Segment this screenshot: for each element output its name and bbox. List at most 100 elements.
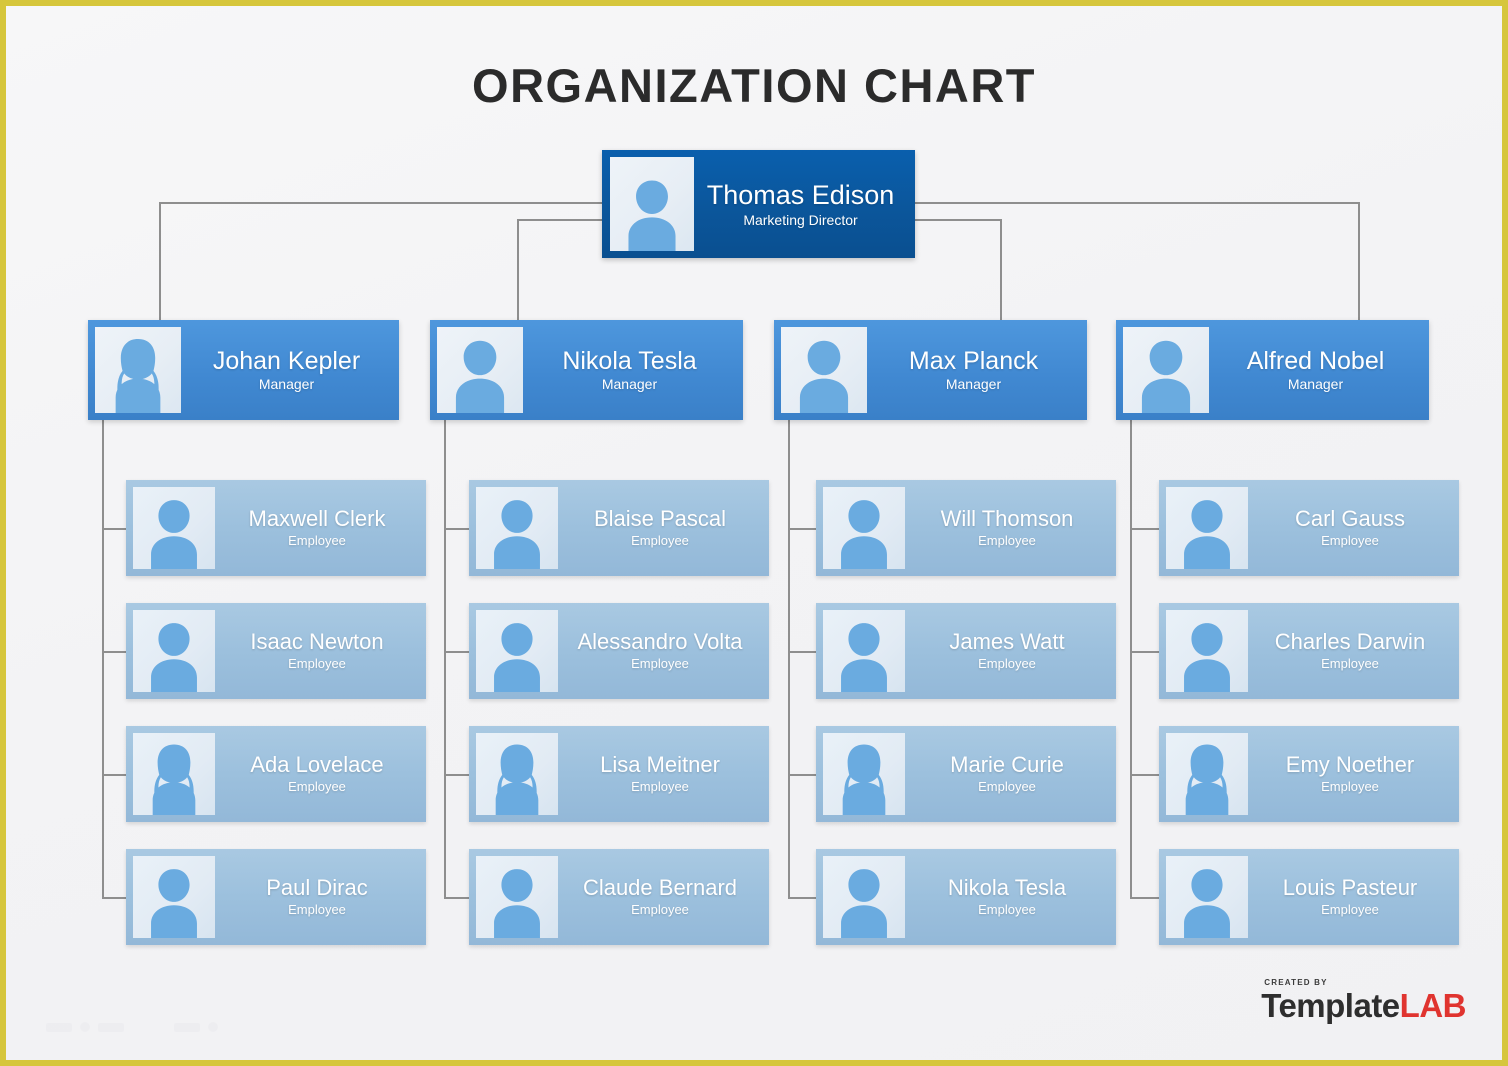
connector-line [1130,651,1159,653]
org-node-director[interactable]: Thomas Edison Marketing Director [602,150,915,258]
node-role: Marketing Director [743,211,858,228]
org-node-employee[interactable]: Alessandro Volta Employee [469,603,769,699]
person-male-icon [476,487,558,569]
logo-word-lab: LAB [1399,987,1467,1024]
org-node-manager[interactable]: Max Planck Manager [774,320,1087,420]
node-role: Employee [978,533,1036,549]
org-node-employee[interactable]: Carl Gauss Employee [1159,480,1459,576]
org-node-employee[interactable]: James Watt Employee [816,603,1116,699]
org-node-employee[interactable]: Marie Curie Employee [816,726,1116,822]
person-male-icon [823,487,905,569]
node-text: James Watt Employee [905,630,1109,671]
node-name: Alfred Nobel [1246,347,1385,376]
org-node-employee[interactable]: Isaac Newton Employee [126,603,426,699]
connector-line [1130,774,1159,776]
logo-word-template: Template [1261,987,1400,1024]
person-male-icon [133,487,215,569]
node-role: Employee [978,656,1036,672]
person-male-icon [1166,487,1248,569]
connector-line [788,774,816,776]
org-node-manager[interactable]: Nikola Tesla Manager [430,320,743,420]
node-name: Claude Bernard [582,875,738,901]
org-node-employee[interactable]: Emy Noether Employee [1159,726,1459,822]
node-text: Emy Noether Employee [1248,753,1452,794]
node-text: Maxwell Clerk Employee [215,507,419,548]
person-male-icon [133,856,215,938]
connector-line [1130,897,1159,899]
connector-line [444,420,446,897]
node-text: Ada Lovelace Employee [215,753,419,794]
person-female-icon [823,733,905,815]
node-role: Employee [631,533,689,549]
person-male-icon [476,610,558,692]
person-female-icon [1166,733,1248,815]
node-name: Marie Curie [950,752,1064,778]
node-role: Employee [288,902,346,918]
org-node-employee[interactable]: Nikola Tesla Employee [816,849,1116,945]
node-role: Employee [631,779,689,795]
connector-line [102,651,126,653]
connector-line [444,528,469,530]
node-role: Employee [288,779,346,795]
connector-line [102,897,126,899]
node-role: Manager [945,376,1002,393]
connector-line [102,774,126,776]
node-name: Nikola Tesla [562,347,697,376]
org-node-employee[interactable]: Charles Darwin Employee [1159,603,1459,699]
node-text: Carl Gauss Employee [1248,507,1452,548]
org-node-employee[interactable]: Claude Bernard Employee [469,849,769,945]
node-text: Nikola Tesla Manager [523,347,736,393]
node-text: Lisa Meitner Employee [558,753,762,794]
node-text: Charles Darwin Employee [1248,630,1452,671]
org-node-manager[interactable]: Alfred Nobel Manager [1116,320,1429,420]
node-role: Manager [1287,376,1344,393]
node-name: Lisa Meitner [600,752,720,778]
node-name: Alessandro Volta [577,629,743,655]
node-text: Blaise Pascal Employee [558,507,762,548]
org-node-employee[interactable]: Lisa Meitner Employee [469,726,769,822]
node-name: Will Thomson [940,506,1074,532]
node-name: Blaise Pascal [593,506,727,532]
node-name: Charles Darwin [1274,629,1426,655]
logo-created-by-text: CREATED BY [1264,978,1328,987]
chart-frame: ORGANIZATION CHART Thomas Edison Marketin… [0,0,1508,1066]
node-name: Isaac Newton [250,629,384,655]
node-name: Max Planck [908,347,1039,376]
node-text: Louis Pasteur Employee [1248,876,1452,917]
node-role: Manager [258,376,315,393]
org-node-employee[interactable]: Louis Pasteur Employee [1159,849,1459,945]
connector-line [444,774,469,776]
person-male-icon [133,610,215,692]
node-name: Johan Kepler [212,347,361,376]
node-name: Louis Pasteur [1282,875,1418,901]
person-male-icon [476,856,558,938]
node-name: Nikola Tesla [947,875,1067,901]
node-role: Employee [1321,533,1379,549]
person-male-icon [1123,327,1209,413]
org-node-employee[interactable]: Ada Lovelace Employee [126,726,426,822]
connector-line [788,420,790,897]
person-male-icon [781,327,867,413]
connector-line [444,651,469,653]
connector-line [1130,420,1132,897]
connector-line [516,219,602,221]
node-role: Employee [631,902,689,918]
node-name: Ada Lovelace [250,752,384,778]
node-text: Paul Dirac Employee [215,876,419,917]
connector-line [999,219,1002,320]
node-text: Marie Curie Employee [905,753,1109,794]
org-node-employee[interactable]: Will Thomson Employee [816,480,1116,576]
person-male-icon [823,856,905,938]
node-role: Employee [288,533,346,549]
node-role: Employee [1321,779,1379,795]
node-role: Employee [1321,656,1379,672]
org-node-employee[interactable]: Paul Dirac Employee [126,849,426,945]
connector-line [158,202,602,204]
templatelab-logo: CREATED BY TemplateLAB [1261,978,1467,1024]
connector-line [516,219,519,320]
org-node-manager[interactable]: Johan Kepler Manager [88,320,399,420]
node-name: Thomas Edison [706,179,895,210]
org-node-employee[interactable]: Maxwell Clerk Employee [126,480,426,576]
node-role: Employee [631,656,689,672]
org-node-employee[interactable]: Blaise Pascal Employee [469,480,769,576]
